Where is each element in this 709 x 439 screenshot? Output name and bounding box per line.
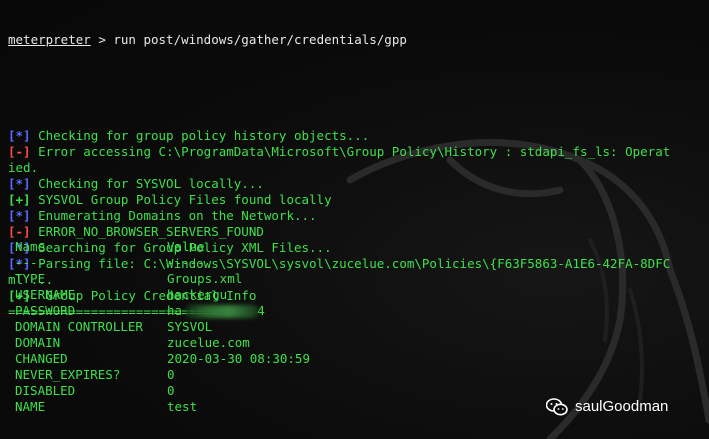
- status-tag: [*]: [8, 208, 31, 223]
- row-value: 0: [167, 383, 175, 398]
- output-line: [-] Error accessing C:\ProgramData\Micro…: [8, 144, 670, 160]
- output-line: [-] ERROR_NO_BROWSER_SERVERS_FOUND: [8, 224, 670, 240]
- table-row: DOMAIN zucelue.com: [15, 335, 310, 351]
- table-row: CHANGED 2020-03-30 08:30:59: [15, 351, 310, 367]
- output-text: ERROR_NO_BROWSER_SERVERS_FOUND: [30, 224, 264, 239]
- row-name: PASSWORD: [15, 303, 76, 318]
- command-prompt-line: meterpreter > run post/windows/gather/cr…: [8, 32, 670, 48]
- credential-table: Name Value ---- ----- TYPE Groups.xml USER…: [15, 239, 310, 415]
- table-row: NAME test: [15, 399, 310, 415]
- row-value: Groups.xml: [167, 271, 243, 286]
- table-row: DOMAIN CONTROLLER SYSVOL: [15, 319, 310, 335]
- header-name: Name: [15, 239, 46, 254]
- row-value: 2020-03-30 08:30:59: [167, 351, 310, 366]
- status-tag: [-]: [8, 144, 31, 159]
- output-text: ied.: [8, 160, 39, 175]
- status-tag: [-]: [8, 224, 31, 239]
- row-name: TYPE: [15, 271, 46, 286]
- table-row: USERNAME hackergu: [15, 287, 310, 303]
- row-value: hackergu: [167, 287, 228, 302]
- output-line: [+] SYSVOL Group Policy Files found loca…: [8, 192, 670, 208]
- output-text: Checking for SYSVOL locally...: [30, 176, 264, 191]
- output-line: ied.: [8, 160, 670, 176]
- output-text: Enumerating Domains on the Network...: [30, 208, 317, 223]
- table-row: TYPE Groups.xml: [15, 271, 310, 287]
- divider-value: -----: [167, 255, 205, 270]
- table-header-row: Name Value: [15, 239, 310, 255]
- watermark: saulGoodman: [546, 398, 668, 416]
- prompt-label: meterpreter: [8, 32, 91, 47]
- output-line: [*] Checking for SYSVOL locally...: [8, 176, 670, 192]
- row-value: SYSVOL: [167, 319, 213, 334]
- terminal-window[interactable]: meterpreter > run post/windows/gather/cr…: [0, 0, 709, 439]
- header-value: Value: [167, 239, 205, 254]
- row-name: DOMAIN: [15, 335, 61, 350]
- watermark-text: saulGoodman: [575, 398, 669, 415]
- redaction-blur: [185, 305, 259, 318]
- output-text: SYSVOL Group Policy Files found locally: [30, 192, 332, 207]
- status-tag: [*]: [8, 176, 31, 191]
- command-text: > run post/windows/gather/credentials/gp…: [90, 32, 407, 47]
- status-tag: [+]: [8, 192, 31, 207]
- table-row: NEVER_EXPIRES? 0: [15, 367, 310, 383]
- wechat-icon: [546, 398, 568, 416]
- output-text: Checking for group policy history object…: [30, 128, 370, 143]
- table-divider-row: ---- -----: [15, 255, 310, 271]
- divider-name: ----: [15, 255, 46, 270]
- output-text: Error accessing C:\ProgramData\Microsoft…: [30, 144, 671, 159]
- table-row: DISABLED 0: [15, 383, 310, 399]
- row-name: NEVER_EXPIRES?: [15, 367, 121, 382]
- table-row: PASSWORD ha 4: [15, 303, 310, 319]
- output-line: [*] Enumerating Domains on the Network..…: [8, 208, 670, 224]
- row-value: ha 4: [167, 303, 265, 318]
- status-tag: [*]: [8, 128, 31, 143]
- output-line: [*] Checking for group policy history ob…: [8, 128, 670, 144]
- row-value: zucelue.com: [167, 335, 250, 350]
- row-name: USERNAME: [15, 287, 76, 302]
- row-value: 0: [167, 367, 175, 382]
- row-name: CHANGED: [15, 351, 68, 366]
- row-name: NAME: [15, 399, 46, 414]
- row-name: DOMAIN CONTROLLER: [15, 319, 143, 334]
- row-name: DISABLED: [15, 383, 76, 398]
- row-value: test: [167, 399, 198, 414]
